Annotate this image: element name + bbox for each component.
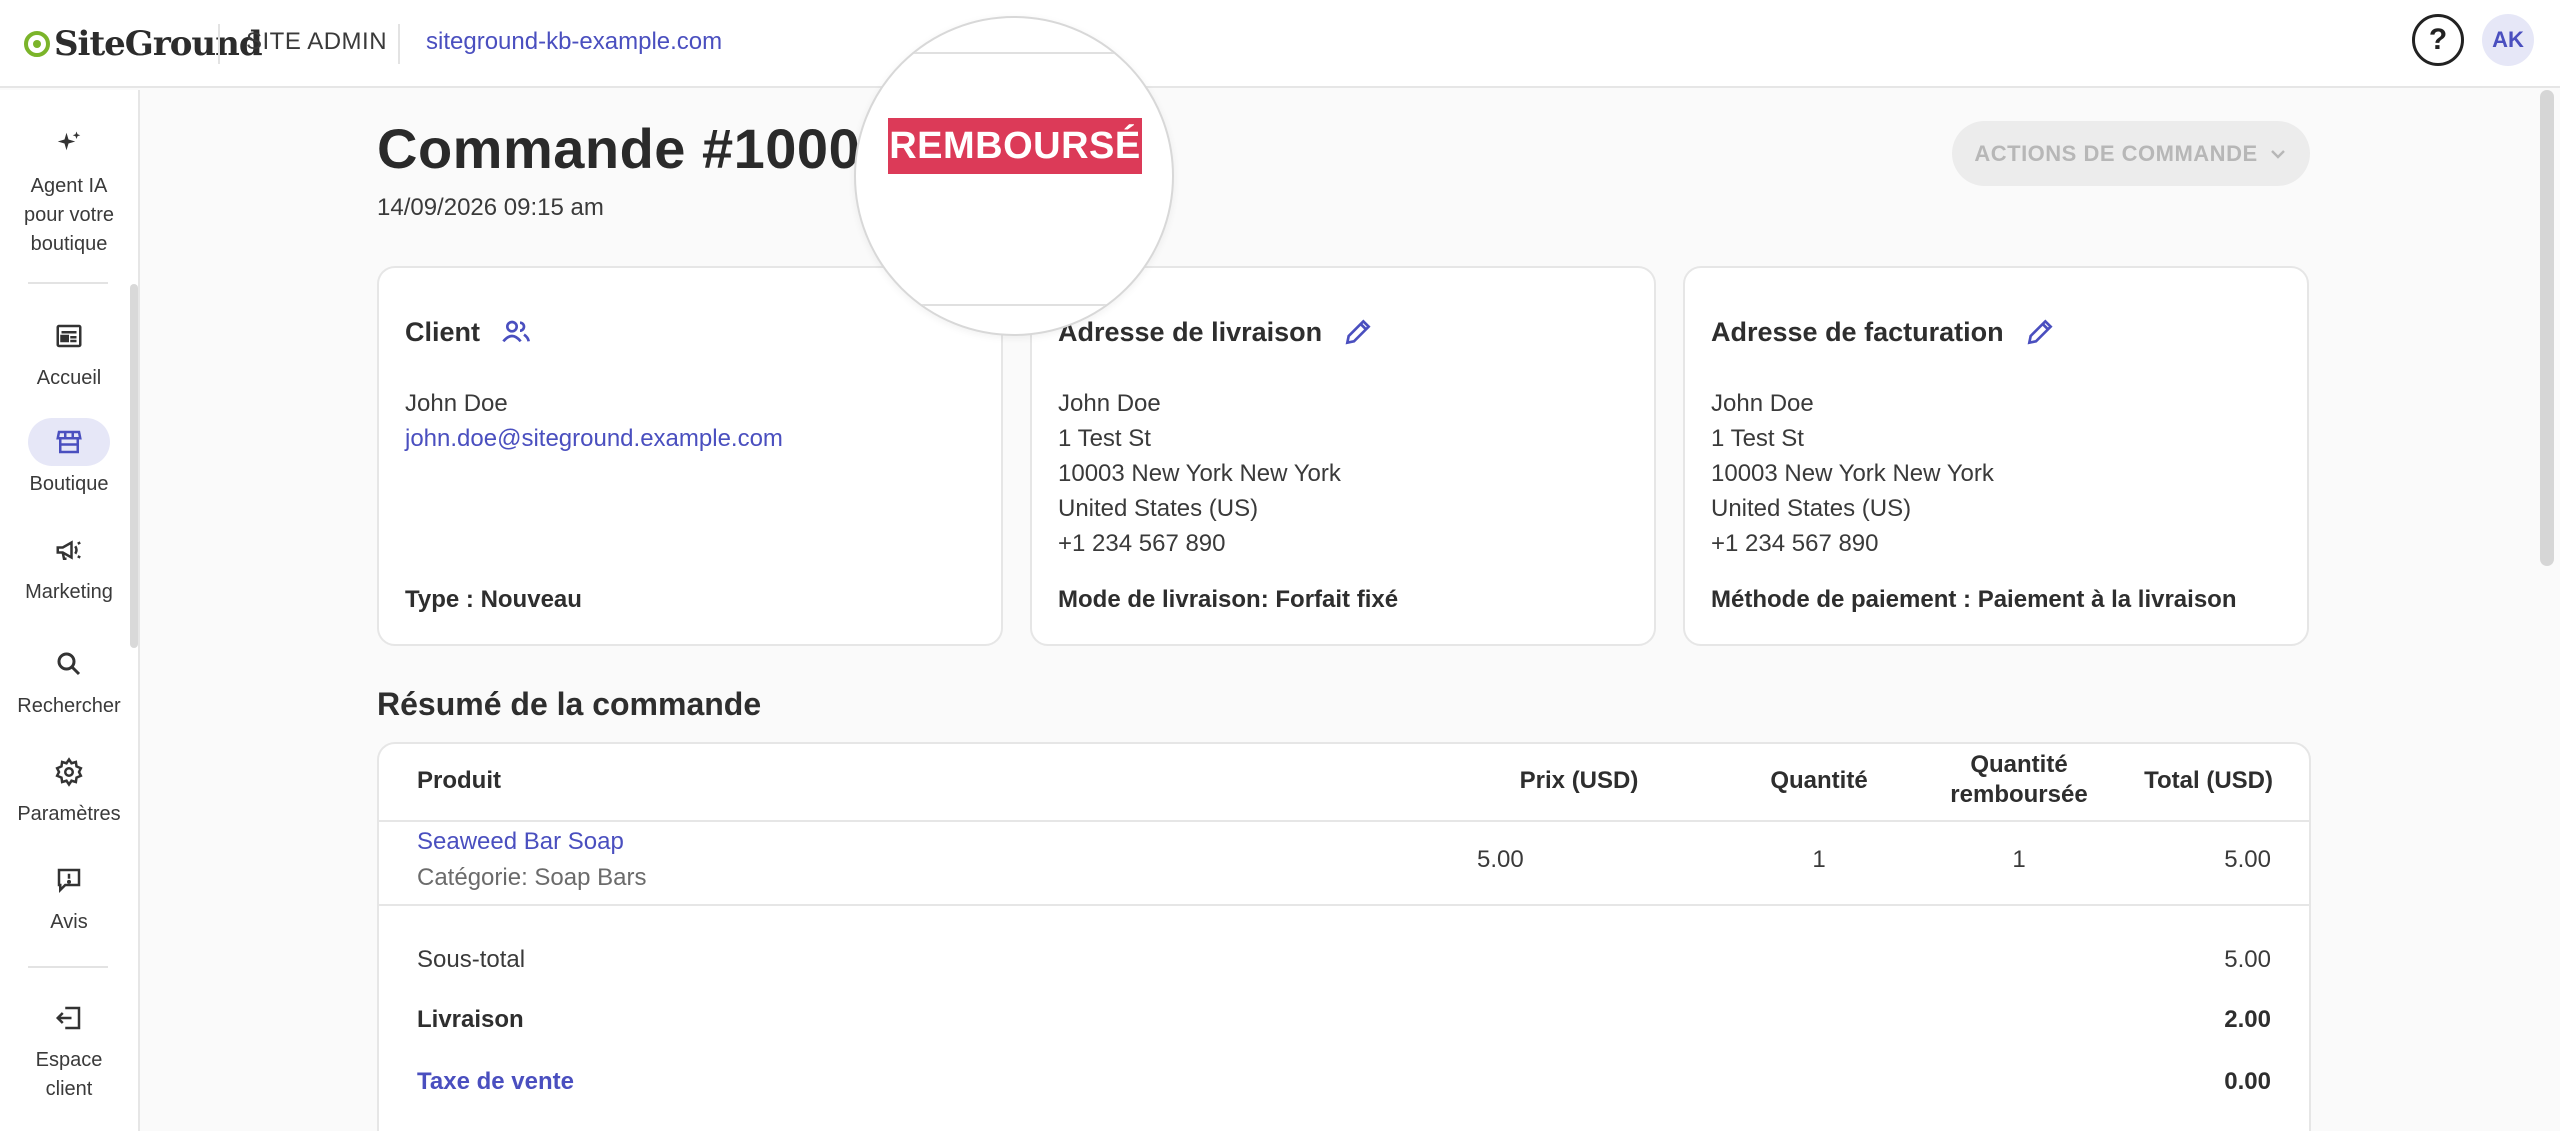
status-badge: REMBOURSÉ [888,118,1142,174]
divider [218,24,220,64]
shipping-method: Mode de livraison: Forfait fixé [1058,586,1399,613]
billing-card-title: Adresse de facturation [1711,316,2004,347]
address-line: United States (US) [1058,495,1259,522]
product-category: Catégorie: Soap Bars [417,864,647,891]
logout-icon [39,994,99,1042]
siteground-logo[interactable]: SiteGround [24,22,263,66]
divider [28,966,108,968]
order-summary-title: Résumé de la commande [377,686,762,722]
sidebar-item-label: Avis [50,911,88,933]
address-line: 1 Test St [1058,425,1151,452]
store-icon [28,418,110,466]
sidebar-item-boutique[interactable]: Boutique [0,418,138,499]
sidebar-item-rechercher[interactable]: Rechercher [0,640,138,721]
address-line: 1 Test St [1711,425,1804,452]
sales-tax-value: 0.00 [2224,1068,2271,1095]
pencil-icon[interactable] [1342,316,1374,348]
billing-address: John Doe 1 Test St 10003 New York New Yo… [1711,386,1994,561]
order-summary-table: Produit Prix (USD) Quantité Quantité rem… [377,742,2311,1131]
row-refunded-quantity: 1 [2012,846,2026,873]
top-bar: SiteGround SITE ADMIN siteground-kb-exam… [0,0,2560,88]
shipping-address: John Doe 1 Test St 10003 New York New Yo… [1058,386,1341,561]
row-quantity: 1 [1812,846,1826,873]
card-title: Client [405,316,532,348]
sidebar-item-label: Marketing [25,581,113,603]
column-header-product: Produit [417,767,501,794]
page-scrollbar[interactable] [2540,90,2554,566]
megaphone-icon [39,526,99,574]
address-line: United States (US) [1711,495,1912,522]
sales-tax-link[interactable]: Taxe de vente [417,1068,574,1096]
client-type: Type : Nouveau [405,586,582,613]
order-actions-label: ACTIONS DE COMMANDE [1974,140,2258,166]
subtotal-label: Sous-total [417,946,526,973]
shipping-value: 2.00 [2224,1006,2271,1033]
sparkle-icon [39,120,99,168]
client-card-title: Client [405,316,481,347]
card-title: Adresse de facturation [1711,316,2056,348]
sidebar-item-espace-client[interactable]: Espace client [0,994,138,1104]
review-icon [39,856,99,904]
client-details: John Doe john.doe@siteground.example.com [405,386,783,456]
site-domain-link[interactable]: siteground-kb-example.com [426,28,722,56]
sidebar-item-label: Accueil [36,367,102,389]
address-line: John Doe [1711,390,1814,417]
product-link[interactable]: Seaweed Bar Soap [417,828,624,856]
dashboard-icon [39,312,99,360]
column-header-price: Prix (USD) [1519,767,1639,794]
search-icon [39,640,99,688]
address-line: John Doe [1058,390,1161,417]
sidebar-item-parametres[interactable]: Paramètres [0,748,138,829]
gear-icon [39,748,99,796]
logo-text: SiteGround [54,24,263,64]
shipping-label: Livraison [417,1006,524,1033]
sidebar-item-avis[interactable]: Avis [0,856,138,937]
sidebar-item-accueil[interactable]: Accueil [0,312,138,393]
help-icon[interactable]: ? [2412,14,2464,66]
address-line: +1 234 567 890 [1058,530,1226,557]
subtotal-value: 5.00 [2224,946,2271,973]
address-line: 10003 New York New York [1711,460,1994,487]
row-total: 5.00 [2224,846,2271,873]
magnified-card-edge [856,304,1172,334]
sidebar-item-label: Paramètres [17,803,121,825]
chevron-down-icon [2270,149,2285,159]
sidebar-item-label: Agent IA pour votre boutique [23,175,115,255]
divider [28,282,108,284]
address-line: 10003 New York New York [1058,460,1341,487]
sidebar-item-ai-agent[interactable]: Agent IA pour votre boutique [0,120,138,259]
page-title: Commande #10000 [377,117,892,180]
sidebar: Agent IA pour votre boutique Accueil Bou… [0,90,140,1131]
order-actions-button[interactable]: ACTIONS DE COMMANDE [1952,121,2310,186]
sidebar-item-label: Boutique [29,473,109,495]
column-header-total: Total (USD) [2144,767,2273,794]
sidebar-item-marketing[interactable]: Marketing [0,526,138,607]
pencil-icon[interactable] [2024,316,2056,348]
users-icon[interactable] [500,316,532,348]
avatar[interactable]: AK [2482,14,2534,66]
column-header-quantity: Quantité [1770,767,1868,794]
logo-mark-icon [24,31,50,57]
zoom-magnifier: REMBOURSÉ [854,16,1174,336]
client-email-link[interactable]: john.doe@siteground.example.com [405,421,783,456]
section-label: SITE ADMIN [246,28,388,55]
row-price: 5.00 [1477,846,1524,873]
sidebar-item-label: Espace client [35,1049,103,1100]
divider [379,904,2309,906]
payment-method: Méthode de paiement : Paiement à la livr… [1711,586,2237,613]
divider [379,820,2309,822]
divider [398,24,400,64]
address-line: +1 234 567 890 [1711,530,1879,557]
client-name: John Doe [405,390,508,417]
order-date: 14/09/2026 09:15 am [377,194,604,221]
sidebar-item-label: Rechercher [17,695,121,717]
magnified-header-line [856,52,1172,54]
billing-address-card: Adresse de facturation John Doe 1 Test S… [1683,266,2309,646]
